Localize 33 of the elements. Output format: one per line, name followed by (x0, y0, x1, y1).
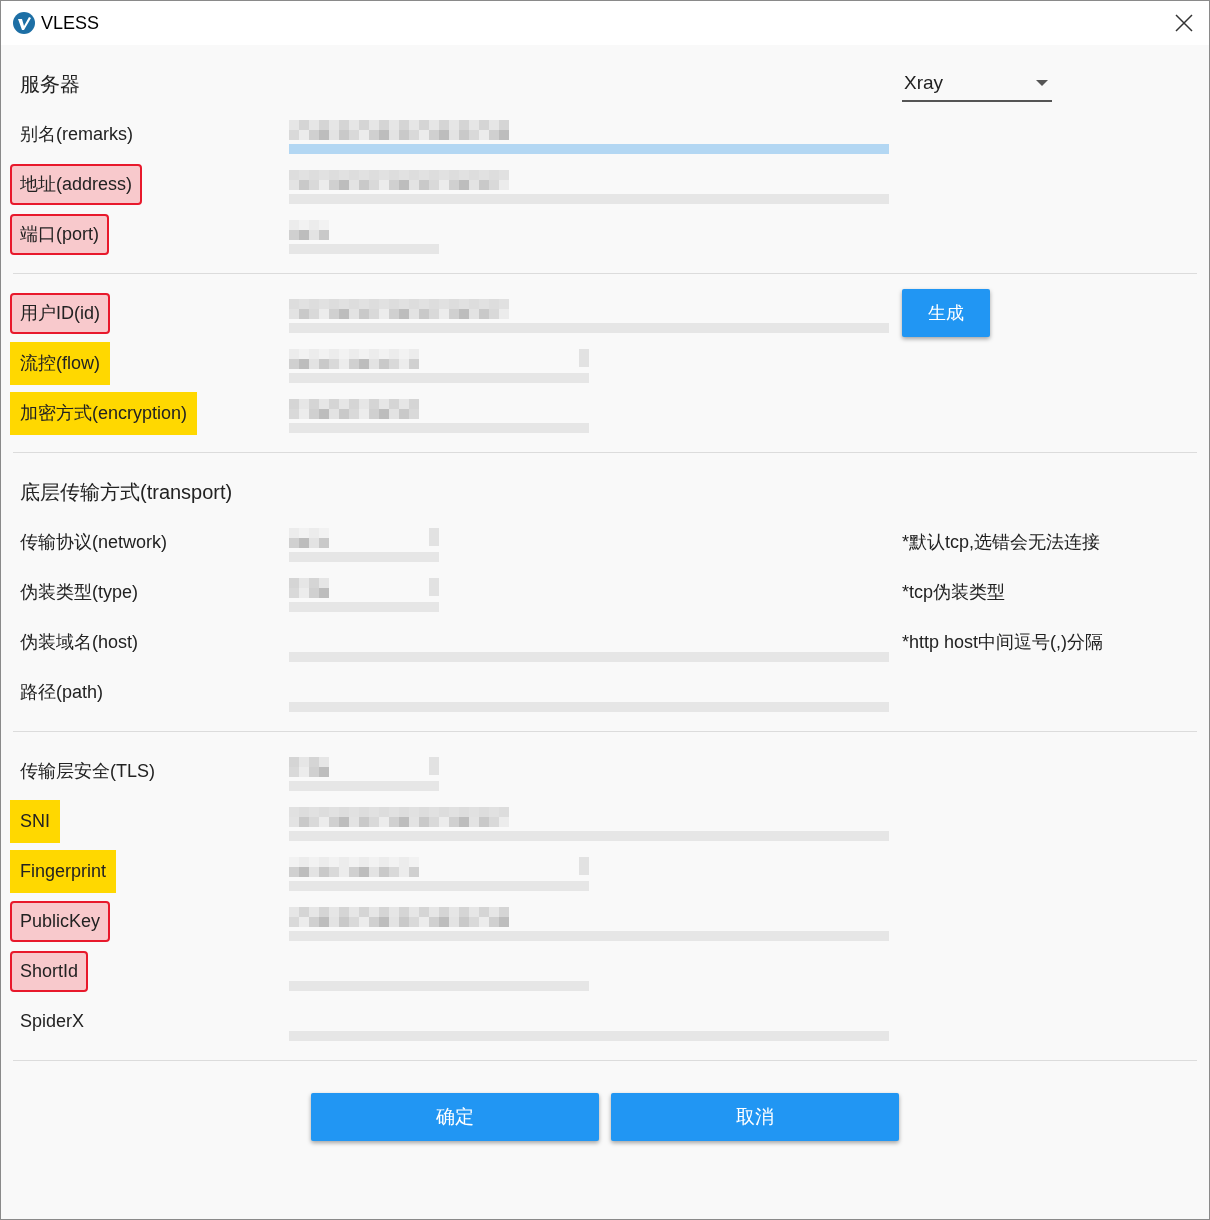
field-label: PublicKey (10, 900, 111, 942)
cancel-button[interactable]: 取消 (611, 1093, 899, 1141)
blurred-text-drawing (289, 757, 329, 777)
field-label: 路径(path) (20, 680, 104, 704)
field-label: 传输协议(network) (20, 530, 167, 554)
field-label: ShortId (10, 950, 89, 992)
blurred-text-drawing (289, 578, 329, 598)
field-label: 别名(remarks) (20, 122, 133, 146)
field-label: 端口(port) (10, 213, 109, 255)
field-label: 流控(flow) (10, 341, 110, 385)
app-logo-icon (13, 12, 35, 34)
field-label: 加密方式(encryption) (10, 391, 198, 435)
generate-button[interactable]: 生成 (902, 289, 990, 337)
field-label: 传输层安全(TLS) (20, 759, 155, 783)
field-label: SpiderX (20, 1009, 85, 1033)
section-title: 底层传输方式(transport) (20, 480, 234, 505)
field-label: Fingerprint (10, 849, 117, 893)
hint-text: *http host中间逗号(,)分隔 (902, 630, 1104, 654)
close-icon[interactable] (1175, 14, 1193, 32)
window-title: VLESS (41, 11, 100, 35)
field-label: 伪装类型(type) (20, 580, 138, 604)
section-title: 服务器 (20, 72, 81, 97)
blurred-text-drawing (289, 220, 329, 240)
blurred-text-drawing (289, 528, 329, 548)
field-label: SNI (10, 799, 60, 843)
hint-text: *tcp伪装类型 (902, 580, 1006, 604)
field-label: 伪装域名(host) (20, 630, 138, 654)
confirm-button[interactable]: 确定 (311, 1093, 599, 1141)
hint-text: *默认tcp,选错会无法连接 (902, 530, 1101, 554)
field-label: 用户ID(id) (10, 292, 110, 334)
core-dropdown[interactable]: Xray (902, 66, 1052, 102)
field-label: 地址(address) (10, 163, 143, 205)
caret-icon (1036, 80, 1048, 86)
